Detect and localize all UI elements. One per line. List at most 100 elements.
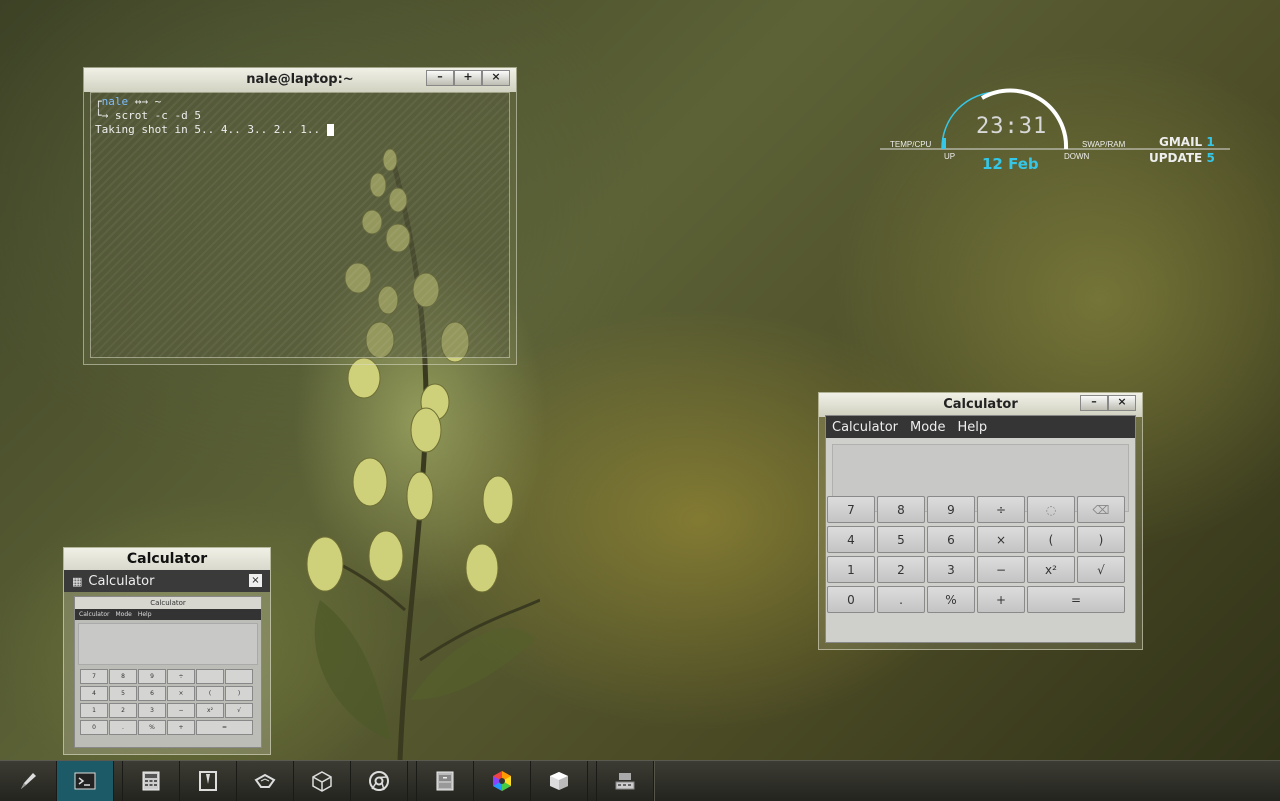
clear-icon: ⌫ [1092,502,1110,517]
taskbar-drawer[interactable] [417,761,474,801]
file-manager-icon [199,771,217,791]
undo-key[interactable]: ◌ [1027,496,1075,523]
thumb-calc-key: ÷ [167,669,195,684]
prompt-line: ┌nale ↔→ ~ [95,95,162,108]
terminal-title: nale@laptop:~ [246,72,354,87]
thumb-undo-icon [196,669,224,684]
thumb-menu-mode: Mode [115,611,132,618]
gmail-label: GMAIL [1159,135,1203,149]
thumb-menu-help: Help [137,611,152,618]
update-label: UPDATE [1149,151,1203,165]
calc-key[interactable]: . [877,586,925,613]
calc-key[interactable]: × [977,526,1025,553]
calculator-window[interactable]: Calculator – × Calculator Mode Help 7 8 9 ÷… [818,392,1143,650]
taskbar-browser[interactable] [351,761,408,801]
preview-close-button[interactable]: × [249,574,262,587]
clock-time: 23:31 [976,114,1048,139]
menu-mode[interactable]: Mode [904,420,951,435]
thumb-calc-key: × [167,686,195,701]
thumb-calc-key: ( [196,686,224,701]
calc-key[interactable]: 3 [927,556,975,583]
thumb-calc-key: 4 [80,686,108,701]
calc-key[interactable]: + [977,586,1025,613]
taskbar-separator [114,761,123,801]
taskbar-network[interactable] [237,761,294,801]
gmail-status: GMAIL 1 [1159,135,1215,149]
calc-key[interactable]: ) [1077,526,1125,553]
thumb-calc-key: 5 [109,686,137,701]
thumbnail-title: Calculator [75,597,261,609]
thumbnail-keypad: 7 8 9 ÷ 4 5 6 ×() 1 2 3− x² √ 0.% + = [80,669,253,735]
gmail-count: 1 [1206,135,1215,149]
window-preview[interactable]: Calculator ▦ Calculator × Calculator Cal… [63,547,271,755]
taskbar-separator [588,761,597,801]
taskbar-box[interactable] [531,761,588,801]
taskbar-color-picker[interactable] [474,761,531,801]
terminal-output[interactable]: ┌nale ↔→ ~ └→ scrot -c -d 5 Taking shot … [90,92,510,358]
thumb-calc-key: 6 [138,686,166,701]
maximize-button[interactable]: + [454,70,482,86]
close-button[interactable]: × [482,70,510,86]
undo-icon: ◌ [1045,502,1057,517]
minimize-button[interactable]: – [1080,395,1108,411]
command-text: scrot -c -d 5 [114,109,201,122]
preview-bar-label: Calculator [88,573,155,589]
preview-thumbnail: Calculator Calculator Mode Help 7 8 9 ÷ 4 5 6 ×… [74,596,262,748]
thumb-menu-calculator: Calculator [79,611,110,618]
thumb-calc-key: 7 [80,669,108,684]
calculator-titlebar[interactable]: Calculator – × [819,393,1142,417]
keyboard-icon [615,773,635,790]
calc-key[interactable]: ÷ [977,496,1025,523]
calc-key[interactable]: % [927,586,975,613]
update-count: 5 [1206,151,1215,165]
taskbar-terminal[interactable] [57,761,114,801]
color-picker-icon [493,771,511,791]
update-status: UPDATE 5 [1149,151,1215,165]
clear-key[interactable]: ⌫ [1077,496,1125,523]
taskbar-keyboard[interactable] [597,761,654,801]
taskbar-pen[interactable] [0,761,57,801]
calculator-icon [142,771,160,791]
taskbar-separator [408,761,417,801]
calc-key[interactable]: 0 [827,586,875,613]
thumb-calc-key: √ [225,703,253,718]
thumbnail-menu: Calculator Mode Help [75,609,261,620]
thumb-calc-key: 2 [109,703,137,718]
calc-key[interactable]: x² [1027,556,1075,583]
thumb-calc-key: 3 [138,703,166,718]
calc-key[interactable]: 5 [877,526,925,553]
calc-key[interactable]: 6 [927,526,975,553]
calculator-menubar: Calculator Mode Help [826,416,1135,438]
calc-key[interactable]: = [1027,586,1125,613]
preview-bar[interactable]: ▦ Calculator × [64,570,270,592]
calc-key[interactable]: 2 [877,556,925,583]
calc-key[interactable]: ( [1027,526,1075,553]
taskbar-file-manager[interactable] [180,761,237,801]
thumb-calc-key: 0 [80,720,108,735]
calc-key[interactable]: 8 [877,496,925,523]
calc-key[interactable]: − [977,556,1025,583]
calc-key[interactable]: 1 [827,556,875,583]
network-icon [254,773,276,788]
taskbar-cube[interactable] [294,761,351,801]
minimize-button[interactable]: – [426,70,454,86]
calc-key[interactable]: 9 [927,496,975,523]
thumb-calc-key: = [196,720,253,735]
thumb-calc-key: ) [225,686,253,701]
taskbar-empty-area [654,761,1280,801]
taskbar [0,760,1280,801]
thumb-calc-key: % [138,720,166,735]
calc-key[interactable]: 7 [827,496,875,523]
close-button[interactable]: × [1108,395,1136,411]
calculator-icon: ▦ [72,574,83,588]
taskbar-calculator[interactable] [123,761,180,801]
output-line: Taking shot in 5.. 4.. 3.. 2.. 1.. [95,123,505,137]
prompt-path: ↔→ ~ [128,95,162,108]
terminal-window[interactable]: nale@laptop:~ – + × ┌nale ↔→ ~ └→ scrot … [83,67,517,365]
calc-key[interactable]: √ [1077,556,1125,583]
prompt-user: nale [101,95,129,108]
menu-help[interactable]: Help [951,420,993,435]
menu-calculator[interactable]: Calculator [826,420,904,435]
terminal-titlebar[interactable]: nale@laptop:~ – + × [84,68,516,92]
calc-key[interactable]: 4 [827,526,875,553]
